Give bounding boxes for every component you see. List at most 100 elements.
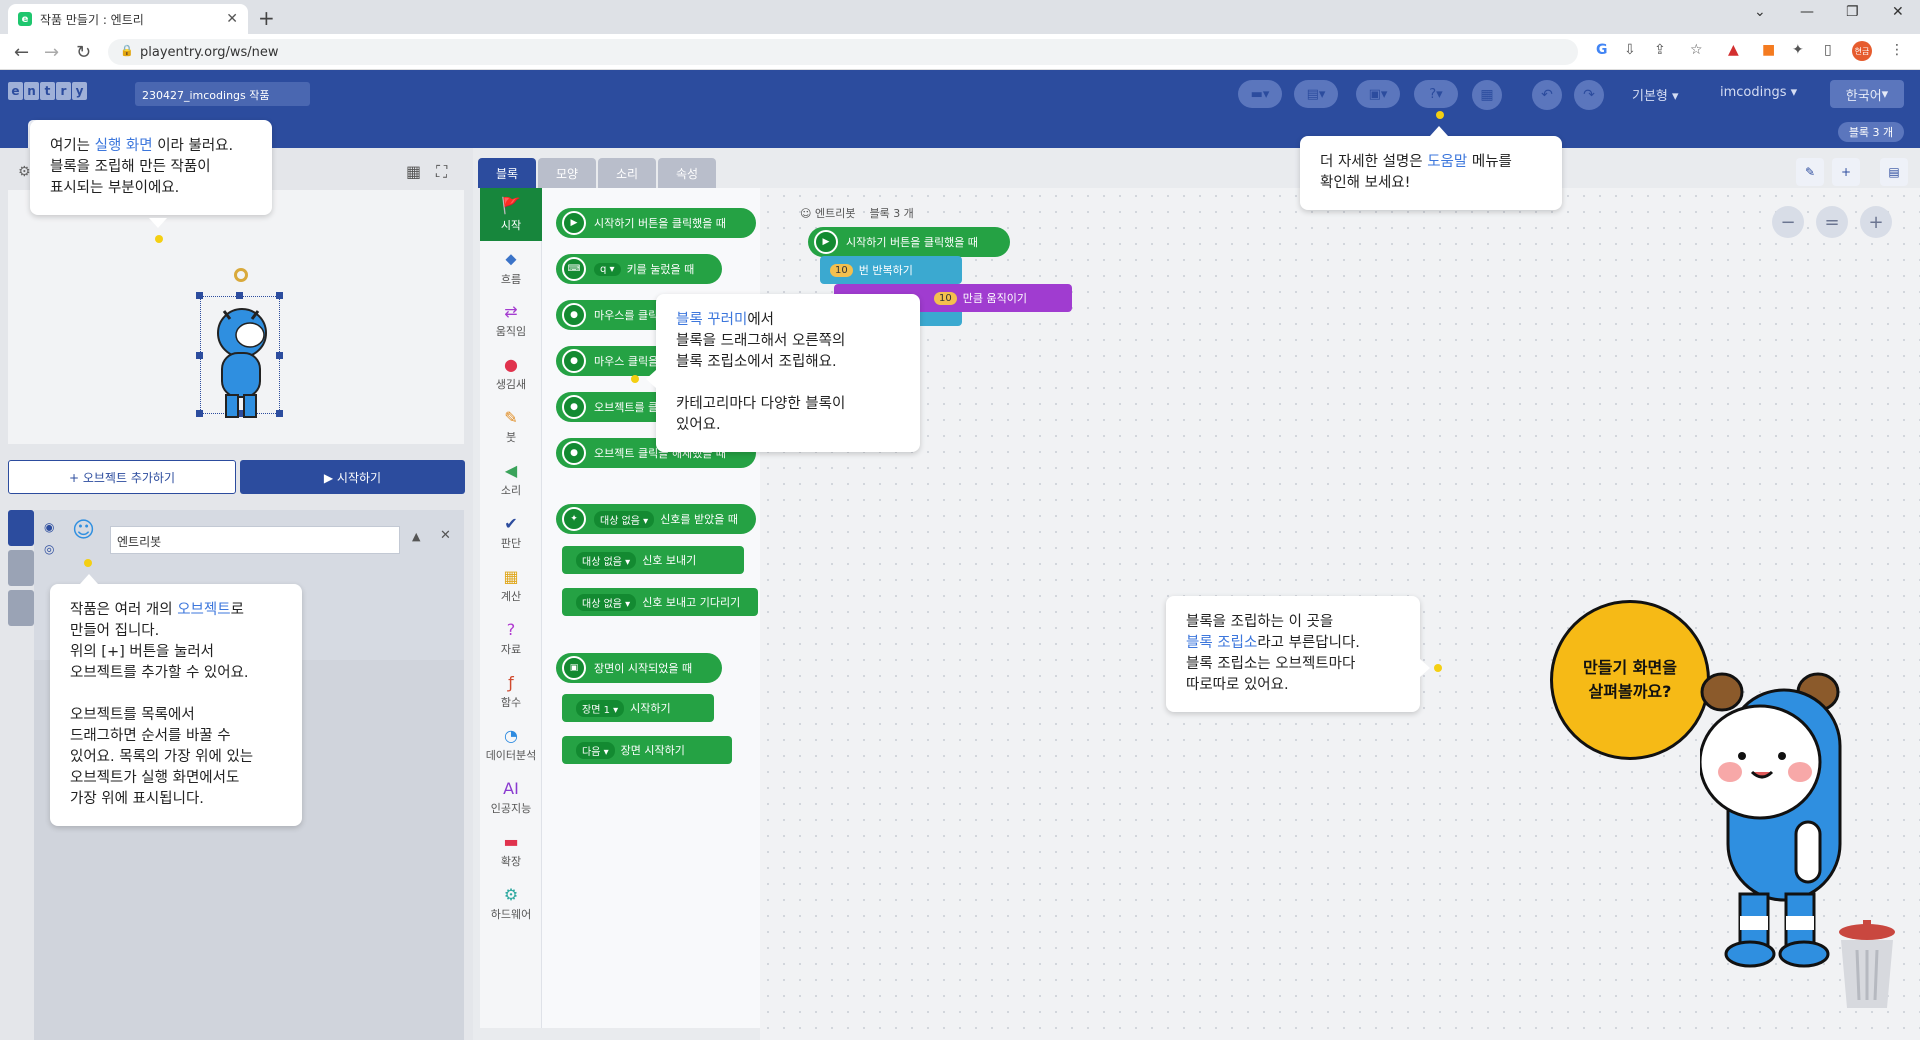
- target-dropdown[interactable]: 대상 없음 ▾: [594, 510, 655, 528]
- palette-block[interactable]: 대상 없음 ▾ 신호 보내기: [562, 546, 744, 574]
- user-menu[interactable]: imcodings ▾: [1720, 85, 1797, 100]
- tab-sounds[interactable]: 소리: [598, 158, 656, 188]
- entrybot-sprite[interactable]: [206, 305, 281, 425]
- collapse-icon[interactable]: ▲: [412, 530, 420, 543]
- minimize-icon[interactable]: —: [1800, 4, 1814, 20]
- resize-handle[interactable]: [196, 292, 203, 299]
- repeat-count[interactable]: 10: [830, 263, 853, 277]
- browser-tab[interactable]: e 작품 만들기 : 엔트리 ✕: [8, 4, 248, 34]
- category-judgement[interactable]: ✔ 판단: [480, 506, 542, 559]
- install-icon[interactable]: ⇩: [1624, 42, 1636, 58]
- category-calc[interactable]: ▦ 계산: [480, 559, 542, 612]
- add-object-button[interactable]: + 오브젝트 추가하기: [8, 460, 236, 494]
- category-motion[interactable]: ⇄ 움직임: [480, 294, 542, 347]
- google-icon[interactable]: G: [1596, 42, 1608, 58]
- move-amount[interactable]: 10: [934, 291, 957, 305]
- side-panel-icon[interactable]: ▯: [1824, 42, 1832, 58]
- category-function[interactable]: ƒ 함수: [480, 665, 542, 718]
- palette-block[interactable]: 다음 ▾ 장면 시작하기: [562, 736, 732, 764]
- category-hardware[interactable]: ⚙ 하드웨어: [480, 877, 542, 930]
- tip-text: 블록을 드래그해서 오른쪽의: [676, 333, 846, 349]
- tip-text: 오브젝트가 실행 화면에서도: [70, 770, 240, 786]
- visibility-icon[interactable]: ◉: [44, 520, 54, 534]
- extension-icon[interactable]: ■: [1762, 42, 1775, 58]
- workspace-tooltip: 블록을 조립하는 이 곳을 블록 조립소라고 부른답니다. 블록 조립소는 오브…: [1166, 596, 1420, 712]
- lock-object-icon[interactable]: ◎: [44, 542, 54, 556]
- help-button[interactable]: ?▾: [1414, 80, 1458, 108]
- object-tab[interactable]: [8, 510, 34, 546]
- block-menu-icon[interactable]: ▤: [1880, 158, 1908, 186]
- target-dropdown[interactable]: 대상 없음 ▾: [576, 593, 637, 611]
- reload-icon[interactable]: ↻: [76, 42, 91, 63]
- start-button[interactable]: ▶ 시작하기: [240, 460, 465, 494]
- resize-handle[interactable]: [236, 292, 243, 299]
- mode-switch-button[interactable]: ▬▾: [1238, 80, 1282, 108]
- tab-close-icon[interactable]: ✕: [226, 11, 238, 27]
- category-data[interactable]: ? 자료: [480, 612, 542, 665]
- palette-block[interactable]: ⌨ q ▾ 키를 눌렀을 때: [556, 254, 722, 284]
- scene-dropdown[interactable]: 장면 1 ▾: [576, 699, 625, 717]
- close-window-icon[interactable]: ✕: [1892, 4, 1904, 20]
- target-dropdown[interactable]: 대상 없음 ▾: [576, 551, 637, 569]
- url-field[interactable]: 🔒 playentry.org/ws/new: [108, 39, 1578, 65]
- profile-avatar[interactable]: 현금: [1852, 41, 1872, 61]
- object-name-input[interactable]: 엔트리봇: [110, 526, 400, 554]
- add-comment-icon[interactable]: +: [1832, 158, 1860, 186]
- language-menu[interactable]: 한국어 ▾: [1830, 80, 1904, 108]
- zoom-in-icon[interactable]: +: [1860, 206, 1892, 238]
- entry-logo[interactable]: e n t r y: [8, 82, 87, 100]
- grid-icon[interactable]: ▦: [406, 162, 421, 181]
- undo-icon[interactable]: ↶: [1532, 80, 1562, 110]
- category-flow[interactable]: ⬥ 흐름: [480, 241, 542, 294]
- save-button[interactable]: ▣▾: [1356, 80, 1400, 108]
- redo-icon[interactable]: ↷: [1574, 80, 1604, 110]
- delete-object-icon[interactable]: ✕: [440, 528, 451, 543]
- forward-icon[interactable]: →: [44, 42, 59, 63]
- palette-block[interactable]: ▶ 시작하기 버튼을 클릭했을 때: [556, 208, 756, 238]
- mode-menu[interactable]: 기본형 ▾: [1632, 85, 1679, 104]
- category-data-analysis[interactable]: ◔ 데이터분석: [480, 718, 542, 771]
- rotation-handle[interactable]: [234, 268, 248, 282]
- share-icon[interactable]: ⇪: [1654, 42, 1666, 58]
- next-dropdown[interactable]: 다음 ▾: [576, 741, 615, 759]
- tab-shapes[interactable]: 모양: [538, 158, 596, 188]
- motion-icon: ⇄: [504, 302, 518, 321]
- console-tab[interactable]: [8, 590, 34, 626]
- resize-handle[interactable]: [276, 292, 283, 299]
- tab-blocks[interactable]: 블록: [478, 158, 536, 188]
- help-tab[interactable]: [8, 550, 34, 586]
- project-name-input[interactable]: 230427_imcodings 작품: [135, 82, 310, 106]
- resize-handle[interactable]: [196, 410, 203, 417]
- comment-icon[interactable]: ✎: [1796, 158, 1824, 186]
- pdf-extension-icon[interactable]: ▲: [1728, 42, 1739, 58]
- tab-properties[interactable]: 속성: [658, 158, 716, 188]
- tab-search-icon[interactable]: ⌄: [1754, 4, 1766, 20]
- key-dropdown[interactable]: q ▾: [594, 262, 621, 276]
- print-icon[interactable]: ▦: [1472, 80, 1502, 110]
- extensions-puzzle-icon[interactable]: ✦: [1792, 42, 1804, 58]
- category-start[interactable]: 🚩 시작: [480, 188, 542, 241]
- more-menu-icon[interactable]: ⋮: [1890, 42, 1904, 58]
- category-looks[interactable]: ● 생김새: [480, 347, 542, 400]
- category-sound[interactable]: ◀ 소리: [480, 453, 542, 506]
- zoom-reset-icon[interactable]: =: [1816, 206, 1848, 238]
- category-ai[interactable]: AI 인공지능: [480, 771, 542, 824]
- palette-block[interactable]: ▣ 장면이 시작되었을 때: [556, 653, 722, 683]
- category-extension[interactable]: ▬ 확장: [480, 824, 542, 877]
- bookmark-star-icon[interactable]: ☆: [1690, 42, 1703, 58]
- restore-icon[interactable]: ❐: [1846, 4, 1859, 20]
- fullscreen-icon[interactable]: ⛶: [436, 162, 447, 182]
- palette-block[interactable]: ✦ 대상 없음 ▾ 신호를 받았을 때: [556, 504, 756, 534]
- settings-icon[interactable]: ⚙: [18, 164, 31, 180]
- zoom-out-icon[interactable]: −: [1772, 206, 1804, 238]
- stage-canvas[interactable]: [8, 190, 464, 444]
- palette-block[interactable]: 장면 1 ▾ 시작하기: [562, 694, 714, 722]
- workspace-repeat-block[interactable]: 10 번 반복하기: [820, 256, 962, 284]
- resize-handle[interactable]: [196, 352, 203, 359]
- category-brush[interactable]: ✎ 붓: [480, 400, 542, 453]
- new-file-button[interactable]: ▤▾: [1294, 80, 1338, 108]
- workspace-start-block[interactable]: ▶ 시작하기 버튼을 클릭했을 때: [808, 227, 1010, 257]
- back-icon[interactable]: ←: [14, 42, 29, 63]
- new-tab-icon[interactable]: +: [258, 6, 275, 30]
- palette-block[interactable]: 대상 없음 ▾ 신호 보내고 기다리기: [562, 588, 758, 616]
